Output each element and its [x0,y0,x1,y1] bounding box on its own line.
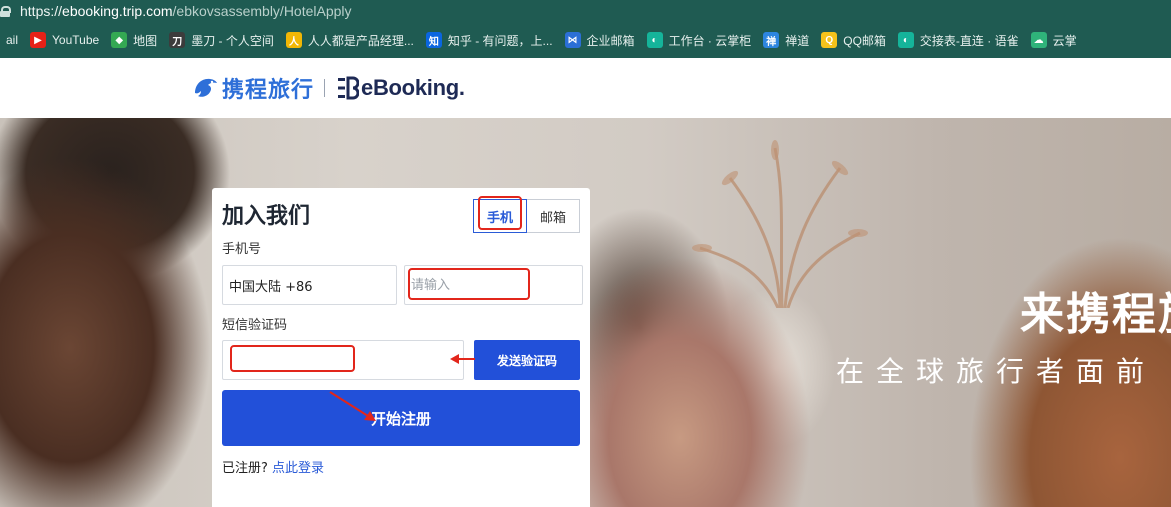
bookmark-label: 交接表-直连 · 语雀 [919,33,1019,48]
bookmark-label: YouTube [52,33,100,47]
ctrip-name: 携程旅行 [222,78,315,103]
youtube-icon: ▶ [30,32,47,48]
logo[interactable]: 携程旅行 eBooking. [192,72,465,104]
bookmarks-bar: ail ▶ YouTube ◆ 地图刀墨刀 - 个人空间人人人都是产品经理... 知知乎 … [0,22,1171,58]
ebooking-logo-icon [338,76,360,100]
plant-decoration [692,140,868,308]
bookmark-label: 墨刀 - 个人空间 [191,33,274,48]
bookmark-label: 知乎 - 有问题，上... [447,33,553,48]
bookmark-label: 禅道 [785,33,810,48]
bookmark-label: 地图 [133,33,158,48]
bookmark-item[interactable]: ⋈ 企业邮箱 [559,28,641,52]
bookmark-item[interactable]: 刀墨刀 - 个人空间 [163,28,280,52]
sms-code-input[interactable] [222,340,464,380]
code-label: 短信验证码 [222,318,288,333]
ctrip-dolphin-icon [195,78,217,97]
chandao-icon: 禅 [763,32,780,48]
tab-email[interactable]: 邮箱 [527,199,580,233]
bookmark-item[interactable]: ◐ 交接表-直连 · 语雀 [892,28,1025,52]
bookmark-item[interactable]: 人人人都是产品经理... [280,28,420,52]
bookmark-item[interactable]: 禅禅道 [757,28,815,52]
bookmark-item[interactable]: ◐ 工作台 · 云掌柜 [641,28,758,52]
modao-icon: 刀 [169,32,186,48]
bookmark-label: 工作台 · 云掌柜 [668,33,752,48]
bookmark-item[interactable]: 知知乎 - 有问题，上... [420,28,559,52]
tab-phone[interactable]: 手机 [473,199,527,233]
zhihu-icon: 知 [425,32,442,48]
bookmark-item[interactable]: ail [0,28,24,52]
yuque-icon: ◐ [897,32,914,48]
qq-mail-icon: Q [821,32,838,48]
qiye-mail-icon: ⋈ [564,32,581,48]
hero-title: 来携程旅 [1020,289,1171,340]
contact-type-tabs: 手机 邮箱 [473,199,580,233]
address-bar[interactable]: https://ebooking.trip.com/ebkovsassembly… [0,0,1171,22]
bookmark-label: ail [6,33,19,47]
login-prompt-text: 已注册? [222,461,268,476]
login-link[interactable]: 点此登录 [272,461,324,476]
form-title: 加入我们 [222,204,311,229]
bookmark-label: 云掌 [1052,33,1077,48]
ebooking-name: eBooking. [361,75,465,100]
url-path: /ebkovsassembly/HotelApply [172,3,352,19]
country-code-select[interactable]: 中国大陆 +86 [222,265,397,305]
woshipm-icon: 人 [285,32,302,48]
logo-separator [324,79,326,97]
bookmark-item[interactable]: ▶ YouTube [24,28,105,52]
hero-subtitle: 在全球旅行者面前 [836,355,1157,388]
bookmark-item[interactable]: Q QQ邮箱 [815,28,892,52]
url-scheme: https:// [20,3,63,19]
bookmark-item[interactable]: ◆ 地图 [105,28,163,52]
login-prompt: 已注册? 点此登录 [222,457,324,476]
bookmark-label: QQ邮箱 [843,33,886,48]
register-button[interactable]: 开始注册 [222,390,580,446]
registration-card: 加入我们 手机 邮箱 手机号 中国大陆 +86 短信验证码 发送验证码 开始注册… [212,188,590,507]
bookmark-item[interactable]: ☁ 云掌 [1025,28,1083,52]
phone-input[interactable] [404,265,583,305]
cloud-icon: ☁ [1030,32,1047,48]
lock-icon [0,6,11,17]
bookmark-label: 人人都是产品经理... [307,33,414,48]
url-text[interactable]: https://ebooking.trip.com/ebkovsassembly… [20,3,352,19]
yunzhanggui-icon: ◐ [646,32,663,48]
site-header: 携程旅行 eBooking. [0,58,1171,118]
send-code-button[interactable]: 发送验证码 [474,340,580,380]
bookmark-label: 企业邮箱 [586,33,635,48]
phone-label: 手机号 [222,242,262,257]
url-host: ebooking.trip.com [62,3,173,19]
maps-icon: ◆ [111,32,128,48]
